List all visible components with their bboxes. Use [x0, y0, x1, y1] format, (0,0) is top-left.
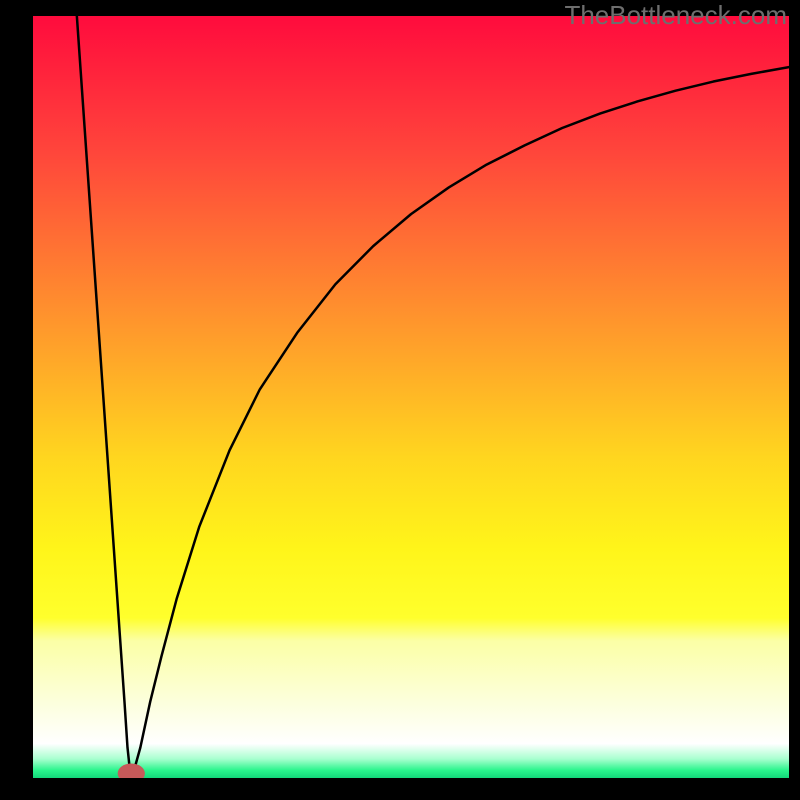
watermark-text: TheBottleneck.com — [564, 0, 787, 31]
chart-svg — [33, 16, 789, 778]
chart-frame: TheBottleneck.com — [0, 0, 800, 800]
gradient-background — [33, 16, 789, 778]
plot-area — [33, 16, 789, 778]
